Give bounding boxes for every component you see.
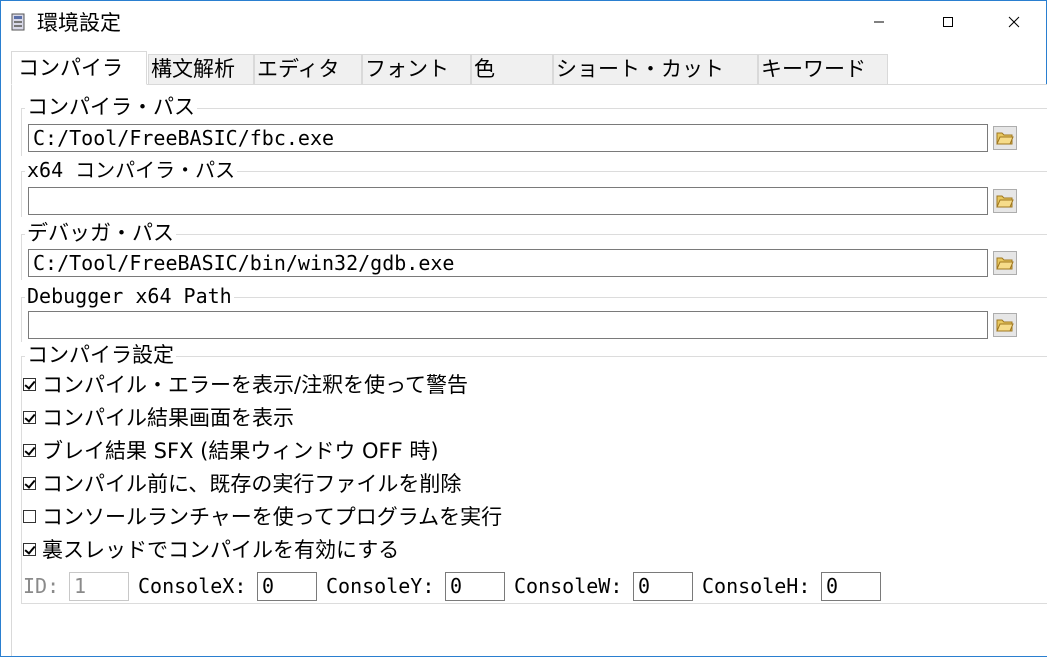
option-checkbox[interactable]: [23, 476, 36, 490]
open-folder-icon: [996, 189, 1014, 213]
window-title: 環境設定: [37, 11, 121, 35]
tab-editor[interactable]: エディタ: [254, 54, 362, 84]
group-divider: [21, 603, 1047, 604]
debugger-x64-path-input[interactable]: [28, 311, 988, 339]
title-bar: 環境設定: [1, 1, 1046, 41]
group-divider: [21, 297, 22, 342]
compiler-x64-path-input[interactable]: [28, 187, 988, 215]
tab-shortcut[interactable]: ショート・カット: [553, 54, 758, 84]
tab-keyword[interactable]: キーワード: [758, 54, 888, 84]
tab-color[interactable]: 色: [471, 54, 553, 84]
option-label: コンパイル結果画面を表示: [42, 406, 294, 430]
option-label: コンパイル・エラーを表示/注釈を使って警告: [42, 373, 469, 397]
compiler-path-input[interactable]: C:/Tool/FreeBASIC/fbc.exe: [28, 124, 988, 152]
option-checkbox[interactable]: [23, 377, 36, 391]
close-button[interactable]: [991, 1, 1037, 41]
maximize-button[interactable]: [925, 1, 971, 41]
debugger-path-input[interactable]: C:/Tool/FreeBASIC/bin/win32/gdb.exe: [28, 249, 988, 277]
compiler-x64-browse-button[interactable]: [993, 189, 1017, 213]
minimize-button[interactable]: [856, 1, 902, 41]
console-x-input[interactable]: 0: [257, 572, 317, 601]
settings-app-icon: [11, 12, 25, 31]
tab-compiler[interactable]: コンパイラ: [11, 51, 147, 85]
group-divider: [21, 234, 22, 280]
tab-font[interactable]: フォント: [362, 54, 471, 84]
console-y-label: ConsoleY:: [326, 574, 435, 598]
console-h-label: ConsoleH:: [702, 574, 811, 598]
option-delete-existing-exe[interactable]: コンパイル前に、既存の実行ファイルを削除: [23, 468, 461, 498]
option-show-compile-errors[interactable]: コンパイル・エラーを表示/注釈を使って警告: [23, 369, 468, 399]
console-h-input[interactable]: 0: [821, 572, 881, 601]
option-checkbox[interactable]: [23, 443, 36, 457]
console-w-label: ConsoleW:: [514, 574, 623, 598]
group-divider: [21, 171, 22, 217]
option-label: コンパイル前に、既存の実行ファイルを削除: [42, 472, 462, 496]
open-folder-icon: [996, 126, 1014, 150]
open-folder-icon: [996, 313, 1014, 337]
option-checkbox[interactable]: [23, 542, 36, 556]
group-divider: [21, 108, 22, 156]
compiler-path-label: コンパイラ・パス: [25, 95, 197, 119]
option-label: ブレイ結果 SFX (結果ウィンドウ OFF 時): [42, 439, 439, 463]
maximize-icon: [942, 9, 954, 33]
tab-bar: コンパイラ 構文解析 エディタ フォント 色 ショート・カット キーワード: [11, 51, 1047, 85]
option-console-launcher[interactable]: コンソールランチャーを使ってプログラムを実行: [23, 501, 502, 531]
option-label: コンソールランチャーを使ってプログラムを実行: [42, 505, 503, 529]
debugger-path-label: デバッガ・パス: [25, 221, 176, 245]
debugger-browse-button[interactable]: [993, 251, 1017, 275]
tab-syntax[interactable]: 構文解析: [148, 54, 254, 84]
id-input: 1: [69, 572, 129, 601]
compiler-browse-button[interactable]: [993, 126, 1017, 150]
console-x-label: ConsoleX:: [138, 574, 247, 598]
console-y-input[interactable]: 0: [445, 572, 505, 601]
option-label: 裏スレッドでコンパイルを有効にする: [42, 538, 400, 562]
close-icon: [1008, 9, 1020, 33]
id-label: ID:: [23, 574, 60, 598]
debugger-x64-browse-button[interactable]: [993, 313, 1017, 337]
compiler-x64-path-label: x64 コンパイラ・パス: [25, 158, 238, 182]
group-divider: [21, 356, 22, 603]
settings-window: 環境設定 コンパイラ 構文解析 エディタ フォント 色 ショート・カット キーワ…: [0, 0, 1047, 657]
debugger-x64-path-label: Debugger x64 Path: [25, 284, 234, 308]
option-checkbox[interactable]: [23, 509, 36, 523]
open-folder-icon: [996, 251, 1014, 275]
option-show-result-window[interactable]: コンパイル結果画面を表示: [23, 402, 294, 432]
console-w-input[interactable]: 0: [633, 572, 693, 601]
compiler-settings-label: コンパイラ設定: [25, 343, 176, 367]
option-play-result-sfx[interactable]: ブレイ結果 SFX (結果ウィンドウ OFF 時): [23, 435, 439, 465]
option-background-compile[interactable]: 裏スレッドでコンパイルを有効にする: [23, 534, 399, 564]
option-checkbox[interactable]: [23, 410, 36, 424]
minimize-icon: [873, 9, 885, 33]
